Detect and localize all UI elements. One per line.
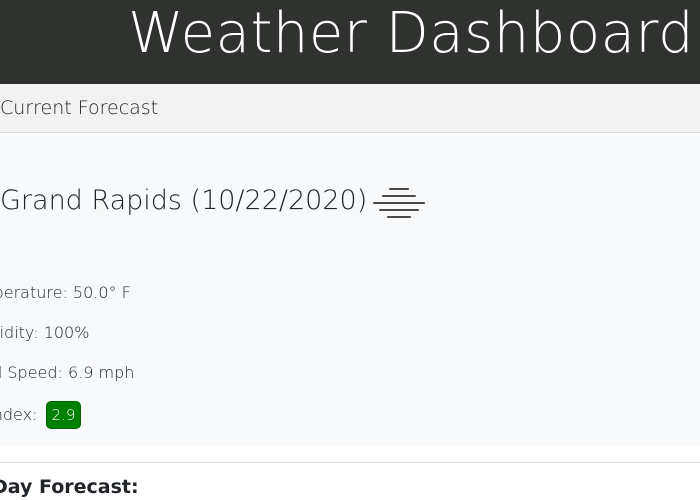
city-date-heading: Grand Rapids (10/22/2020): [0, 185, 368, 216]
five-day-forecast-title: Day Forecast:: [0, 476, 139, 498]
current-forecast-body: Grand Rapids (10/22/2020) mperature: 50.…: [0, 133, 700, 445]
page-title: Weather Dashboard: [128, 1, 694, 66]
temperature-reading: mperature: 50.0° F: [0, 283, 131, 302]
uv-index-label: Index:: [0, 405, 38, 424]
current-forecast-header: Current Forecast: [0, 84, 700, 133]
wind-speed-reading: nd Speed: 6.9 mph: [0, 363, 135, 382]
current-forecast-title: Current Forecast: [0, 97, 159, 119]
page-header: Weather Dashboard: [0, 0, 700, 84]
section-divider: [0, 462, 700, 463]
uv-index-badge: 2.9: [45, 401, 82, 429]
uv-index-reading: Index: 2.9: [0, 401, 82, 429]
fog-icon: [373, 188, 425, 218]
humidity-reading: midity: 100%: [0, 323, 90, 342]
weather-dashboard-page: Weather Dashboard Current Forecast Grand…: [0, 0, 700, 500]
